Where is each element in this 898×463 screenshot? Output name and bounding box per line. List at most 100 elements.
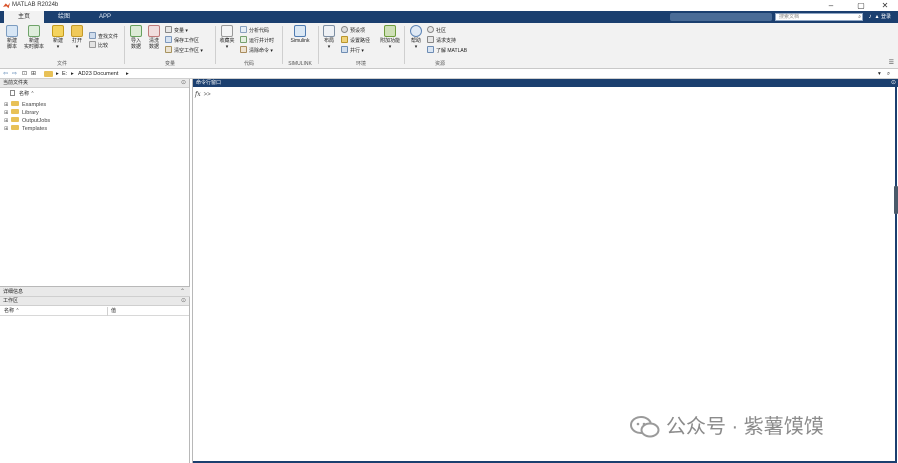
workspace-name-column[interactable]: 名称 ⌃ [4, 307, 20, 315]
clean-data-icon [148, 25, 160, 37]
folder-item[interactable]: ⊞ OutputJobs [4, 117, 50, 125]
current-folder-header: 当前文件夹 ⊙ [0, 79, 189, 88]
variable-button[interactable]: 变量 ▾ [165, 26, 188, 35]
request-support-label: 请求支持 [436, 38, 457, 44]
expand-icon[interactable]: ⊞ [4, 117, 9, 125]
expand-icon[interactable]: ⊞ [4, 125, 9, 133]
name-column-header[interactable]: 名称 ⌃ [10, 90, 35, 98]
folder-icon [11, 109, 19, 114]
forward-arrow-icon[interactable]: ⇨ [12, 70, 17, 78]
folder-item[interactable]: ⊞ Templates [4, 125, 47, 133]
window-title: MATLAB R2024b [12, 2, 59, 8]
path-segment-folder[interactable]: AD23 Document [78, 70, 118, 78]
search-folder-icon[interactable]: ⌕ [887, 70, 890, 78]
collapse-ribbon-icon[interactable]: ☰ [889, 59, 894, 66]
search-documentation-input[interactable]: 搜索文档 ⌕ [775, 13, 863, 21]
simulink-button[interactable]: Simulink [286, 25, 314, 44]
maximize-button[interactable]: ▢ [850, 0, 872, 11]
expand-icon[interactable]: ⊞ [4, 101, 9, 109]
parallel-button[interactable]: 并行 ▾ [341, 46, 364, 55]
watermark: 公众号 · 紫薯馍馍 [630, 413, 824, 441]
side-panel-handle[interactable] [894, 186, 898, 214]
favorites-dropdown-icon: ▾ [225, 44, 229, 50]
import-data-icon [130, 25, 142, 37]
preferences-button[interactable]: 预设项 [341, 26, 365, 35]
file-icon [10, 90, 15, 96]
tab-home[interactable]: 主页 [4, 11, 44, 23]
matlab-logo-icon [3, 2, 10, 9]
notification-bell-icon[interactable]: ♪ [866, 12, 874, 22]
clear-workspace-button[interactable]: 清空工作区 ▾ [165, 46, 203, 55]
workspace-value-column[interactable]: 值 [111, 307, 116, 315]
community-button[interactable]: 社区 [427, 26, 446, 35]
favorites-button[interactable]: 收藏夹 ▾ [216, 25, 238, 50]
browse-folder-icon[interactable]: ⊞ [31, 70, 36, 78]
expand-icon[interactable]: ⊞ [4, 109, 9, 117]
folder-item[interactable]: ⊞ Examples [4, 101, 46, 109]
learn-matlab-label: 了解 MATLAB [436, 48, 468, 54]
back-arrow-icon[interactable]: ⇦ [3, 70, 8, 78]
set-path-label: 设置路径 [350, 38, 371, 44]
matlab-desktop: MATLAB R2024b – ▢ ✕ 主页 绘图 APP 搜索文档 ⌕ ♪ ▴… [0, 0, 898, 463]
find-files-button[interactable]: 查找文件 [89, 32, 118, 41]
folder-item[interactable]: ⊞ Library [4, 109, 39, 117]
path-arrow-icon: ▸ [56, 71, 59, 77]
save-workspace-button[interactable]: 保存工作区 [165, 36, 199, 45]
new-live-script-button[interactable]: 新建 实时脚本 [23, 25, 45, 50]
panel-actions-icon[interactable]: ⊙ [181, 79, 186, 88]
path-arrow-icon: ▸ [126, 71, 129, 77]
help-button[interactable]: 帮助 ▾ [405, 25, 427, 50]
command-prompt[interactable]: fx >> [195, 91, 211, 98]
request-support-button[interactable]: 请求支持 [427, 36, 456, 45]
run-and-time-button[interactable]: 运行并计时 [240, 36, 274, 45]
panel-actions-icon[interactable]: ⊙ [181, 297, 186, 306]
close-button[interactable]: ✕ [874, 0, 896, 11]
details-panel[interactable]: 详细信息 ⌃ [0, 286, 190, 297]
minimize-button[interactable]: – [820, 0, 842, 11]
clear-commands-button[interactable]: 清除命令 ▾ [240, 46, 273, 55]
tab-plots[interactable]: 绘图 [46, 11, 82, 23]
environment-group-label: 环境 [355, 61, 366, 67]
quick-access-toolbar[interactable] [670, 13, 772, 21]
column-divider[interactable] [107, 307, 108, 316]
function-browser-icon[interactable]: fx [195, 91, 201, 98]
clean-data-button[interactable]: 清洗 数据 [143, 25, 165, 50]
workspace-header: 工作区 ⊙ [0, 297, 189, 306]
tab-apps[interactable]: APP [86, 11, 124, 23]
layout-button[interactable]: 布局 ▾ [318, 25, 340, 50]
new-script-button[interactable]: 新建 脚本 [1, 25, 23, 50]
find-files-icon [89, 32, 96, 39]
current-folder-panel: 当前文件夹 ⊙ 名称 ⌃ ⊞ Examples ⊞ Library ⊞ OutputJ… [0, 79, 190, 286]
analyze-code-label: 分析代码 [249, 28, 270, 34]
addons-button[interactable]: 附加功能 ▾ [378, 25, 402, 50]
search-icon: ⌕ [858, 14, 861, 20]
path-segment-drive[interactable]: E: [62, 70, 67, 78]
compare-button[interactable]: 比较 [89, 41, 108, 50]
save-workspace-icon [165, 36, 172, 43]
parallel-icon [341, 46, 348, 53]
clean-data-label: 清洗 数据 [148, 38, 159, 50]
analyze-code-button[interactable]: 分析代码 [240, 26, 269, 35]
preferences-label: 预设项 [350, 28, 366, 34]
new-script-label: 新建 脚本 [6, 38, 17, 50]
folder-name: Examples [22, 102, 47, 108]
workspace-column-headers: 名称 ⌃ 值 [0, 307, 189, 316]
up-folder-icon[interactable]: ⊡ [22, 70, 27, 78]
workspace-title: 工作区 [3, 298, 19, 304]
panel-actions-icon[interactable]: ⊙ [891, 79, 896, 87]
address-dropdown-icon[interactable]: ▾ [878, 70, 881, 78]
set-path-button[interactable]: 设置路径 [341, 36, 370, 45]
command-window[interactable]: 命令行窗口 ⊙ fx >> [192, 79, 898, 463]
learn-matlab-button[interactable]: 了解 MATLAB [427, 46, 467, 55]
variable-group-label: 变量 [164, 61, 175, 67]
folder-icon [11, 125, 19, 130]
clear-workspace-icon [165, 46, 172, 53]
expand-details-icon[interactable]: ⌃ [180, 288, 185, 296]
folder-name: Library [22, 110, 39, 116]
save-workspace-label: 保存工作区 [174, 38, 200, 44]
search-placeholder: 搜索文档 [779, 14, 800, 20]
open-button[interactable]: 打开 ▾ [66, 25, 88, 50]
simulink-group-label: SIMULINK [288, 61, 312, 67]
sign-in-link[interactable]: 登录 [881, 12, 891, 22]
variable-icon [165, 26, 172, 33]
